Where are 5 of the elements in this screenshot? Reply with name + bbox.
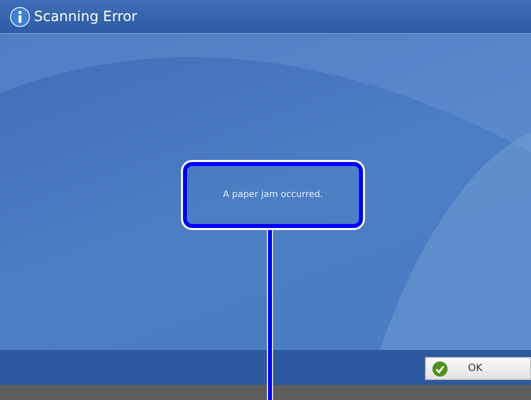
checkmark-icon: [432, 360, 448, 376]
error-message: A paper jam occurred.: [223, 190, 323, 200]
ok-button[interactable]: OK: [425, 357, 531, 380]
window-title: Scanning Error: [34, 8, 138, 24]
info-icon: [10, 6, 30, 26]
